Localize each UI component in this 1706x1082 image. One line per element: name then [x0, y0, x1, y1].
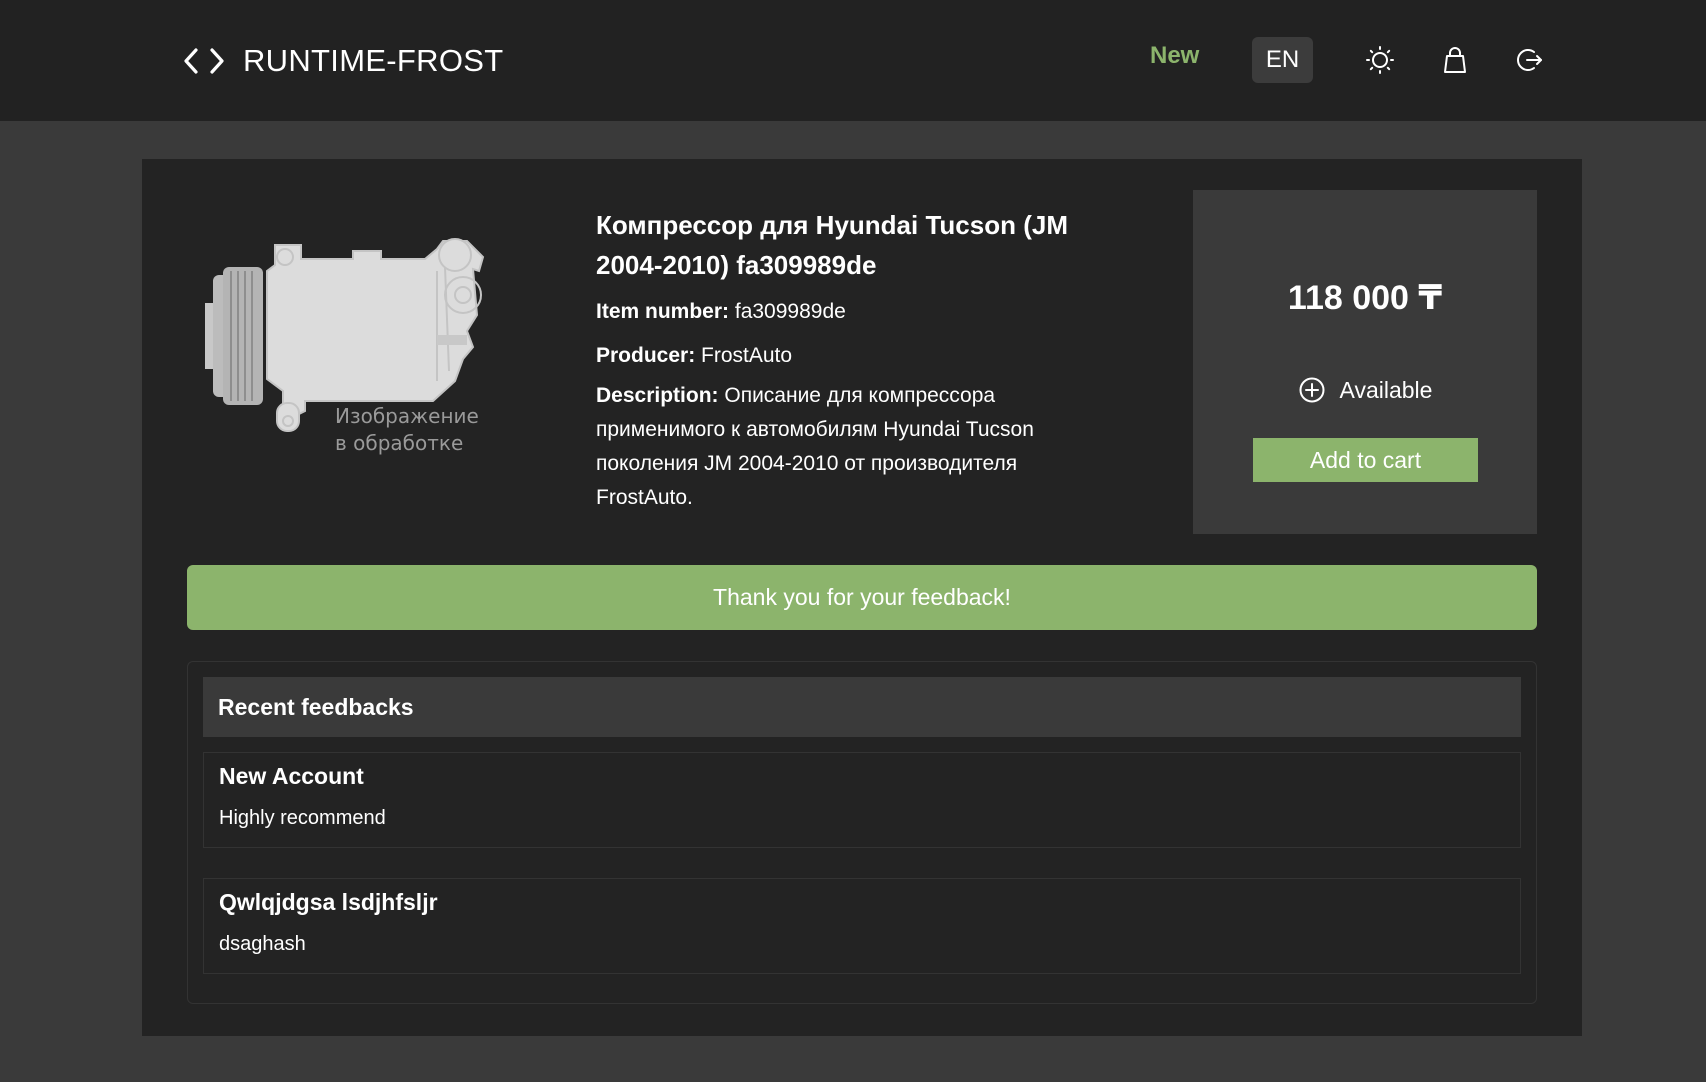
- feedback-success-alert: Thank you for your feedback!: [187, 565, 1537, 630]
- image-processing-caption: Изображение в обработке: [335, 404, 479, 455]
- producer-row: Producer: FrostAuto: [596, 339, 1116, 373]
- item-number-value: fa309989de: [734, 300, 846, 323]
- producer-label: Producer:: [596, 344, 696, 367]
- feedback-author: New Account: [219, 763, 364, 789]
- recent-feedbacks-panel: Recent feedbacks New Account Highly reco…: [187, 661, 1537, 1004]
- feedback-item: Qwlqjdgsa lsdjhfsljr dsaghash: [203, 878, 1521, 974]
- item-number-row: Item number: fa309989de: [596, 295, 1116, 329]
- sun-icon: [1366, 46, 1394, 74]
- item-number-label: Item number:: [596, 300, 730, 323]
- add-to-cart-button[interactable]: Add to cart: [1253, 438, 1478, 482]
- feedback-text: Highly recommend: [219, 807, 386, 829]
- description-label: Description:: [596, 384, 719, 407]
- feedback-item: New Account Highly recommend: [203, 752, 1521, 848]
- theme-toggle-button[interactable]: [1360, 40, 1400, 80]
- brand-name: RUNTIME-FROST: [243, 43, 504, 78]
- product-title: Компрессор для Hyundai Tucson (JM 2004-2…: [596, 210, 1068, 280]
- product-price: 118 000 ₸: [1287, 279, 1443, 317]
- product-info: Компрессор для Hyundai Tucson (JM 2004-2…: [596, 205, 1116, 515]
- brand-link[interactable]: RUNTIME-FROST: [183, 40, 503, 82]
- top-navbar: RUNTIME-FROST New EN: [0, 0, 1706, 121]
- cart-button[interactable]: [1435, 40, 1475, 80]
- purchase-panel: 118 000 ₸ Available Add to cart: [1193, 190, 1537, 534]
- producer-value: FrostAuto: [701, 344, 793, 367]
- shopping-bag-icon: [1444, 47, 1466, 73]
- product-image-placeholder: Изображение в обработке: [205, 231, 527, 475]
- code-brackets-icon: [183, 46, 225, 76]
- language-button[interactable]: EN: [1252, 37, 1313, 83]
- availability-status: Available: [1193, 376, 1537, 404]
- description-row: Description: Описание для компрессора пр…: [596, 379, 1116, 515]
- logout-icon: [1517, 49, 1542, 71]
- availability-label: Available: [1339, 376, 1433, 403]
- feedbacks-title: Recent feedbacks: [203, 677, 1521, 737]
- logout-button[interactable]: [1510, 40, 1550, 80]
- plus-circle-icon: [1299, 377, 1325, 403]
- feedback-author: Qwlqjdgsa lsdjhfsljr: [219, 889, 438, 915]
- feedback-text: dsaghash: [219, 933, 306, 955]
- product-card: Изображение в обработке Компрессор для H…: [142, 159, 1582, 1036]
- nav-link-new[interactable]: New: [1150, 42, 1199, 70]
